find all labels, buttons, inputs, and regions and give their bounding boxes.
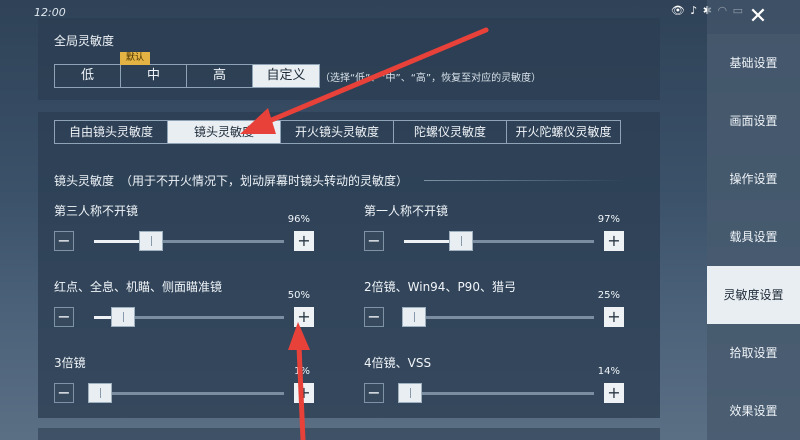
sidebar-item-vehicle[interactable]: 载具设置: [707, 208, 800, 266]
slider-thumb[interactable]: [87, 383, 112, 403]
slider-percent: 1%: [294, 366, 310, 377]
slider-thumb[interactable]: [401, 307, 426, 327]
slider-percent: 50%: [287, 290, 310, 301]
slider-percent: 25%: [597, 290, 620, 301]
increase-button[interactable]: +: [604, 383, 624, 403]
sidebar-item-controls[interactable]: 操作设置: [707, 150, 800, 208]
description-divider: [424, 180, 624, 181]
decrease-button[interactable]: −: [54, 383, 74, 403]
slider-thumb[interactable]: [449, 231, 473, 251]
increase-button[interactable]: +: [604, 231, 624, 251]
slider-thumb[interactable]: [139, 231, 163, 251]
slider-percent: 14%: [597, 366, 620, 377]
tab-gyroscope[interactable]: 陀螺仪灵敏度: [394, 121, 507, 143]
slider-track[interactable]: [401, 307, 594, 327]
sidebar-item-effects[interactable]: 效果设置: [707, 382, 800, 440]
decrease-button[interactable]: −: [54, 307, 74, 327]
preset-high-button[interactable]: 高: [187, 65, 253, 87]
settings-sidebar: 基础设置 画面设置 操作设置 载具设置 灵敏度设置 拾取设置 效果设置: [707, 34, 800, 440]
slider-label: 3倍镜: [54, 356, 86, 370]
tab-free-camera[interactable]: 自由镜头灵敏度: [55, 121, 168, 143]
increase-button[interactable]: +: [294, 307, 314, 327]
global-sensitivity-panel: 全局灵敏度 低 中 高 自定义 默认 （选择“低”、“中”、“高”，恢复至对应的…: [38, 18, 660, 100]
slider-thumb[interactable]: [397, 383, 422, 403]
preset-medium-button[interactable]: 中: [121, 65, 187, 87]
slider-row: 2倍镜、Win94、P90、猎弓 25% − +: [364, 278, 624, 334]
preset-custom-button[interactable]: 自定义: [253, 65, 319, 87]
decrease-button[interactable]: −: [364, 231, 384, 251]
tab-fire-camera[interactable]: 开火镜头灵敏度: [281, 121, 394, 143]
slider-row: 第一人称不开镜 97% − +: [364, 202, 624, 258]
sidebar-item-basic[interactable]: 基础设置: [707, 34, 800, 92]
slider-label: 4倍镜、VSS: [364, 356, 432, 370]
slider-row: 3倍镜 1% − +: [54, 354, 314, 410]
slider-label: 第一人称不开镜: [364, 204, 449, 218]
preset-low-button[interactable]: 低: [55, 65, 121, 87]
slider-track[interactable]: [94, 231, 284, 251]
default-badge: 默认: [120, 52, 150, 65]
slider-label: 红点、全息、机瞄、侧面瞄准镜: [54, 280, 223, 294]
section-description: 镜头灵敏度 （用于不开火情况下，划动屏幕时镜头转动的灵敏度）: [54, 174, 409, 188]
slider-track[interactable]: [397, 383, 594, 403]
slider-row: 第三人称不开镜 96% − +: [54, 202, 314, 258]
slider-thumb[interactable]: [110, 307, 135, 327]
slider-percent: 97%: [597, 214, 620, 225]
slider-track[interactable]: [87, 383, 284, 403]
sidebar-item-pickup[interactable]: 拾取设置: [707, 324, 800, 382]
increase-button[interactable]: +: [294, 383, 314, 403]
global-sensitivity-title: 全局灵敏度: [54, 34, 115, 48]
slider-track[interactable]: [404, 231, 594, 251]
slider-label: 第三人称不开镜: [54, 204, 139, 218]
sidebar-item-graphics[interactable]: 画面设置: [707, 92, 800, 150]
preset-hint: （选择“低”、“中”、“高”，恢复至对应的灵敏度）: [320, 73, 542, 84]
increase-button[interactable]: +: [294, 231, 314, 251]
slider-label: 2倍镜、Win94、P90、猎弓: [364, 280, 516, 294]
sensitivity-detail-panel: 自由镜头灵敏度 镜头灵敏度 开火镜头灵敏度 陀螺仪灵敏度 开火陀螺仪灵敏度 镜头…: [38, 112, 660, 418]
slider-track[interactable]: [94, 307, 284, 327]
decrease-button[interactable]: −: [364, 383, 384, 403]
sensitivity-tabs: 自由镜头灵敏度 镜头灵敏度 开火镜头灵敏度 陀螺仪灵敏度 开火陀螺仪灵敏度: [54, 120, 621, 144]
preset-segmented-control: 低 中 高 自定义: [54, 64, 320, 88]
tab-camera[interactable]: 镜头灵敏度: [168, 121, 281, 143]
increase-button[interactable]: +: [604, 307, 624, 327]
slider-row: 红点、全息、机瞄、侧面瞄准镜 50% − +: [54, 278, 314, 334]
decrease-button[interactable]: −: [54, 231, 74, 251]
slider-row: 4倍镜、VSS 14% − +: [364, 354, 624, 410]
tab-fire-gyroscope[interactable]: 开火陀螺仪灵敏度: [507, 121, 620, 143]
close-button[interactable]: ✕: [744, 4, 772, 30]
sidebar-item-sensitivity[interactable]: 灵敏度设置: [707, 266, 800, 324]
next-panel-edge: [38, 428, 660, 440]
slider-percent: 96%: [287, 214, 310, 225]
decrease-button[interactable]: −: [364, 307, 384, 327]
